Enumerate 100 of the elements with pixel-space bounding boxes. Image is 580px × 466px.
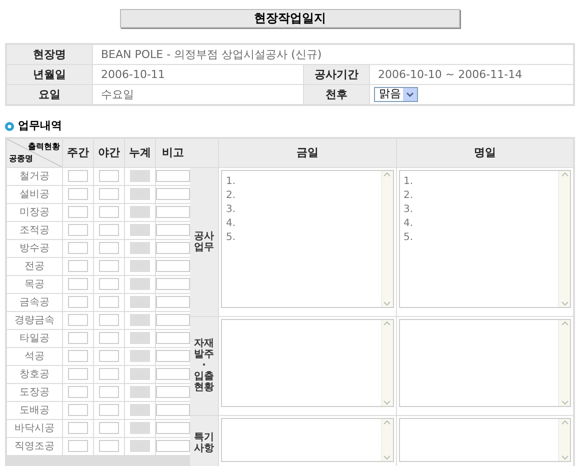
input-field[interactable]: [99, 350, 119, 362]
input-field[interactable]: [99, 278, 119, 290]
input-field: [130, 224, 150, 236]
text-area[interactable]: [221, 318, 394, 406]
input-field[interactable]: [68, 332, 88, 344]
input-field[interactable]: [156, 386, 190, 398]
input-field[interactable]: [68, 296, 88, 308]
input-field[interactable]: [68, 404, 88, 416]
weather-select[interactable]: 맑음: [374, 87, 418, 102]
input-field[interactable]: [68, 422, 88, 434]
input-field[interactable]: [156, 170, 190, 182]
column-header: 비고: [156, 138, 190, 166]
input-field[interactable]: [156, 314, 190, 326]
input-field[interactable]: [68, 314, 88, 326]
field-label: 공사기간: [304, 65, 369, 84]
row-label: 특기 사항: [190, 416, 218, 466]
input-field: [130, 314, 150, 326]
scrollbar[interactable]: [380, 418, 392, 460]
input-field: [130, 386, 150, 398]
input-field[interactable]: [156, 260, 190, 272]
input-field[interactable]: [156, 296, 190, 308]
input-field[interactable]: [99, 386, 119, 398]
trade-name: 경량금속: [7, 312, 62, 328]
trade-name: 도장공: [7, 384, 62, 400]
bullet-icon: [5, 122, 14, 131]
input-field: [130, 404, 150, 416]
input-field[interactable]: [68, 440, 88, 452]
trade-name: 타일공: [7, 330, 62, 346]
field-label: 년월일: [7, 65, 92, 84]
input-field[interactable]: [99, 296, 119, 308]
text-area[interactable]: 1. 2. 3. 4. 5.: [221, 170, 394, 308]
input-field[interactable]: [156, 224, 190, 236]
input-field[interactable]: [68, 386, 88, 398]
input-field[interactable]: [68, 242, 88, 254]
input-field[interactable]: [68, 206, 88, 218]
chevron-down-icon: [406, 92, 414, 97]
input-field[interactable]: [68, 188, 88, 200]
field-value: 2006-10-10 ~ 2006-11-14: [370, 65, 573, 84]
column-header: 주간: [63, 138, 93, 166]
text-area[interactable]: [398, 318, 571, 406]
input-field: [130, 278, 150, 290]
input-field[interactable]: [68, 368, 88, 380]
page-title: 현장작업일지: [120, 9, 460, 28]
input-field[interactable]: [156, 242, 190, 254]
trade-name: 석공: [7, 348, 62, 364]
trade-name: 목공: [7, 276, 62, 292]
input-field[interactable]: [99, 260, 119, 272]
scrollbar[interactable]: [558, 170, 570, 306]
trade-name: 전공: [7, 258, 62, 274]
input-field[interactable]: [99, 440, 119, 452]
text-area[interactable]: [398, 418, 571, 462]
input-field[interactable]: [99, 188, 119, 200]
scrollbar[interactable]: [558, 320, 570, 406]
input-field[interactable]: [156, 368, 190, 380]
input-field: [130, 350, 150, 362]
field-label: 현장명: [7, 45, 92, 64]
input-field[interactable]: [156, 206, 190, 218]
input-field[interactable]: [99, 368, 119, 380]
trade-name: 바닥시공: [7, 420, 62, 436]
column-header: 야간: [94, 138, 124, 166]
input-field: [130, 422, 150, 434]
input-field[interactable]: [99, 404, 119, 416]
input-field[interactable]: [156, 278, 190, 290]
input-field[interactable]: [156, 188, 190, 200]
header-text: 공종명: [9, 152, 33, 164]
input-field[interactable]: [156, 332, 190, 344]
scrollbar[interactable]: [380, 320, 392, 406]
input-field[interactable]: [99, 422, 119, 434]
column-header: 금일: [219, 138, 396, 166]
column-header: 명일: [396, 138, 573, 166]
input-field[interactable]: [99, 332, 119, 344]
trade-name: 설비공: [7, 186, 62, 202]
field-label: 천후: [304, 85, 369, 104]
input-field[interactable]: [68, 260, 88, 272]
input-field[interactable]: [99, 224, 119, 236]
input-field[interactable]: [156, 404, 190, 416]
input-field[interactable]: [156, 440, 190, 452]
input-field[interactable]: [99, 314, 119, 326]
trade-name: 방수공: [7, 240, 62, 256]
input-field[interactable]: [99, 206, 119, 218]
input-field[interactable]: [99, 170, 119, 182]
input-field[interactable]: [68, 278, 88, 290]
scrollbar[interactable]: [380, 170, 392, 306]
input-field: [130, 170, 150, 182]
trade-name: 조적공: [7, 222, 62, 238]
input-field[interactable]: [156, 422, 190, 434]
input-field[interactable]: [68, 224, 88, 236]
input-field: [130, 206, 150, 218]
scrollbar[interactable]: [558, 418, 570, 460]
input-field: [130, 260, 150, 272]
field-label: 요일: [7, 85, 92, 104]
input-field[interactable]: [68, 350, 88, 362]
row-label: 공사 업무: [190, 168, 218, 316]
text-area[interactable]: 1. 2. 3. 4. 5.: [398, 170, 571, 308]
input-field[interactable]: [156, 350, 190, 362]
input-field: [130, 188, 150, 200]
input-field[interactable]: [68, 170, 88, 182]
trade-name: 도배공: [7, 402, 62, 418]
input-field[interactable]: [99, 242, 119, 254]
text-area[interactable]: [221, 418, 394, 462]
